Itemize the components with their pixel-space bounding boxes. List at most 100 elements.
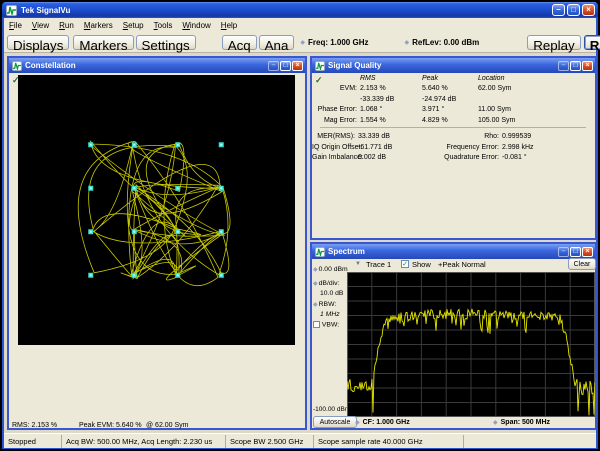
menu-item-setup[interactable]: Setup	[118, 19, 149, 32]
menu-item-run[interactable]: Run	[54, 19, 79, 32]
mag-error-peak: 4.829 %	[422, 116, 478, 126]
ana-button[interactable]: Ana	[259, 35, 295, 50]
menu-item-tools[interactable]: Tools	[149, 19, 178, 32]
peak-evm-value: 5.640 %	[116, 422, 142, 429]
title-bar: Tek SignalVu – □ ×	[2, 2, 598, 18]
vbw-label: VBW:	[322, 321, 339, 328]
signal-quality-table: RMS Peak Location EVM: 2.153 % 5.640 % 6…	[312, 74, 595, 126]
reflev-readout[interactable]: RefLev: 0.00 dBm	[412, 38, 479, 47]
mer-value: 33.339 dB	[358, 132, 422, 143]
rho-value: 0.999539	[502, 132, 595, 143]
col-header-peak: Peak	[422, 74, 478, 84]
trace-dropdown-arrow-icon[interactable]: ▼	[355, 261, 361, 267]
show-label: Show	[412, 260, 431, 269]
rms-label: RMS:	[12, 422, 30, 429]
menu-item-window[interactable]: Window	[177, 19, 215, 32]
freq-readout[interactable]: Freq: 1.000 GHz	[308, 38, 368, 47]
span-readout[interactable]: Span: 500 MHz	[501, 419, 550, 426]
menu-item-help[interactable]: Help	[216, 19, 242, 32]
reflevel-adjust-icon[interactable]: ◆	[313, 267, 318, 273]
center-frequency-readout[interactable]: CF: 1.000 GHz	[363, 419, 410, 426]
rbw-label: RBW:	[319, 301, 337, 308]
constellation-panel-icon	[12, 61, 22, 71]
frequency-error-label: Frequency Error:	[422, 143, 502, 154]
col-header-rms: RMS	[360, 74, 422, 84]
spectrum-panel-icon	[315, 247, 325, 257]
rms-value: 2.153 %	[31, 422, 57, 429]
dbdiv-adjust-icon[interactable]: ◆	[313, 281, 318, 287]
constellation-minimize-button[interactable]: –	[268, 61, 279, 71]
constellation-maximize-button[interactable]: □	[280, 61, 291, 71]
signal-quality-title-bar: Signal Quality – □ ×	[312, 58, 595, 73]
freq-adjust-icon[interactable]: ◆	[300, 39, 305, 46]
signal-quality-stats: MER(RMS): 33.339 dB Rho: 0.999539 IQ Ori…	[312, 132, 595, 164]
menu-item-file[interactable]: File	[4, 19, 27, 32]
row-label: Phase Error:	[312, 105, 360, 115]
quadrature-error-value: -0.081 °	[502, 153, 595, 164]
cf-adjust-icon[interactable]: ◆	[355, 420, 360, 426]
iq-origin-offset-label: IQ Origin Offset:	[312, 143, 358, 154]
vbw-checkbox[interactable]	[313, 321, 320, 328]
toolbar: Displays Markers Settings Acq Ana ◆ Freq…	[4, 33, 596, 53]
rbw-adjust-icon[interactable]: ◆	[313, 302, 318, 308]
db-div-value[interactable]: 10.0 dB	[320, 290, 343, 297]
clear-button[interactable]: Clear	[568, 258, 596, 270]
mag-error-location: 105.00 Sym	[478, 116, 595, 126]
reflev-adjust-icon[interactable]: ◆	[404, 39, 409, 46]
signal-quality-panel-icon	[315, 61, 325, 71]
signal-quality-panel: Signal Quality – □ × ✓ RMS Peak Location…	[310, 56, 597, 240]
menu-bar: File View Run Markers Setup Tools Window…	[4, 18, 596, 33]
evm-location: 62.00 Sym	[478, 84, 595, 94]
phase-error-location: 11.00 Sym	[478, 105, 595, 115]
spectrum-maximize-button[interactable]: □	[570, 247, 581, 257]
menu-item-markers[interactable]: Markers	[79, 19, 118, 32]
phase-error-peak: 3.971 °	[422, 105, 478, 115]
restore-button[interactable]: □	[567, 4, 580, 16]
constellation-close-button[interactable]: ×	[292, 61, 303, 71]
peak-evm-label: Peak EVM:	[79, 422, 114, 429]
divider	[320, 127, 586, 128]
replay-button[interactable]: Replay	[527, 35, 581, 50]
autoscale-button[interactable]: Autoscale	[313, 416, 357, 428]
evm-rms-db: -33.339 dB	[360, 95, 422, 105]
blank-cell	[478, 95, 595, 105]
mer-label: MER(RMS):	[312, 132, 358, 143]
window-title: Tek SignalVu	[21, 6, 70, 15]
detector-readout: +Peak Normal	[438, 260, 486, 269]
iq-origin-offset-value: -61.771 dB	[358, 143, 422, 154]
status-scope-bw: Scope BW 2.500 GHz	[226, 435, 314, 448]
signal-quality-close-button[interactable]: ×	[582, 61, 593, 71]
span-adjust-icon[interactable]: ◆	[493, 420, 498, 426]
frequency-error-value: 2.998 kHz	[502, 143, 595, 154]
constellation-at-symbol-readout: @ 62.00 Sym	[146, 422, 189, 429]
gain-imbalance-value: 0.002 dB	[358, 153, 422, 164]
constellation-rms-readout: RMS: 2.153 %	[12, 422, 57, 429]
spectrum-panel-title: Spectrum	[328, 247, 365, 256]
show-checkbox[interactable]: ✓	[401, 260, 409, 268]
spectrum-plot	[347, 272, 595, 417]
signal-quality-maximize-button[interactable]: □	[570, 61, 581, 71]
displays-button[interactable]: Displays	[7, 35, 69, 50]
top-ref-level[interactable]: 0.00 dBm	[319, 266, 348, 273]
col-header-location: Location	[478, 74, 595, 84]
minimize-button[interactable]: –	[552, 4, 565, 16]
app-logo-icon	[6, 5, 17, 16]
close-button[interactable]: ×	[582, 4, 595, 16]
acq-button[interactable]: Acq	[222, 35, 257, 50]
spectrum-title-bar: Spectrum – □ ×	[312, 244, 595, 259]
constellation-panel: Constellation – □ × ✓ RMS: 2.153 % Peak …	[7, 56, 307, 430]
signal-quality-minimize-button[interactable]: –	[558, 61, 569, 71]
spectrum-minimize-button[interactable]: –	[558, 247, 569, 257]
run-button[interactable]: Run	[584, 35, 600, 50]
settings-button[interactable]: Settings	[136, 35, 196, 50]
mag-error-rms: 1.554 %	[360, 116, 422, 126]
rbw-value[interactable]: 1 MHz	[320, 311, 340, 318]
spectrum-close-button[interactable]: ×	[582, 247, 593, 257]
status-acq-info: Acq BW: 500.00 MHz, Acq Length: 2.230 us	[62, 435, 226, 448]
menu-item-view[interactable]: View	[27, 19, 54, 32]
screen: Tek SignalVu – □ × File View Run Markers…	[0, 0, 600, 451]
constellation-peak-readout: Peak EVM: 5.640 %	[79, 422, 142, 429]
markers-button[interactable]: Markers	[73, 35, 133, 50]
trace-selector[interactable]: Trace 1	[366, 260, 391, 269]
row-label: Mag Error:	[312, 116, 360, 126]
